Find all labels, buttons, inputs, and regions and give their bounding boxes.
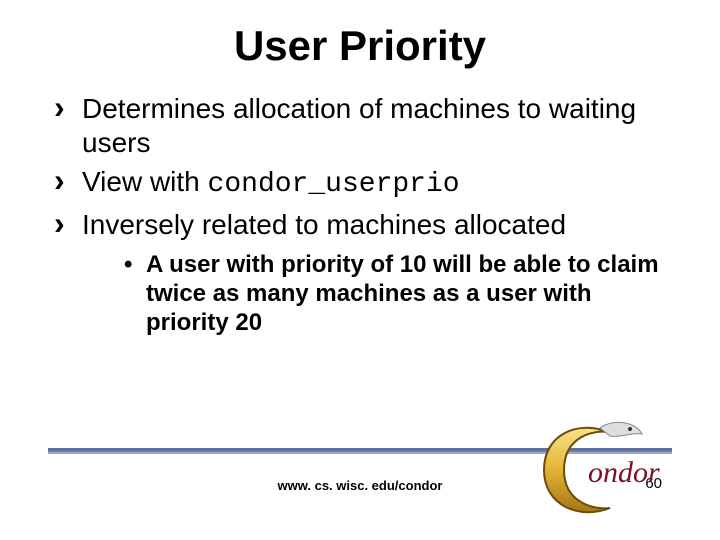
bullet-item: Determines allocation of machines to wai… [54, 92, 670, 159]
sub-bullet-item: A user with priority of 10 will be able … [124, 251, 670, 337]
sub-bullet-list: A user with priority of 10 will be able … [124, 251, 670, 337]
bullet-item: Inversely related to machines allocated [54, 208, 670, 242]
bullet-text-prefix: View with [82, 166, 208, 197]
logo-text: ondor [588, 456, 660, 489]
bullet-list: Determines allocation of machines to wai… [54, 92, 670, 241]
sub-bullet-text: A user with priority of 10 will be able … [146, 251, 659, 336]
bullet-text: Inversely related to machines allocated [82, 209, 566, 240]
condor-logo: ondor [530, 412, 680, 522]
slide-title: User Priority [50, 22, 670, 70]
bullet-code: condor_userprio [208, 169, 460, 200]
bullet-item: View with condor_userprio [54, 165, 670, 202]
bullet-text: Determines allocation of machines to wai… [82, 93, 636, 158]
slide: User Priority Determines allocation of m… [0, 0, 720, 540]
